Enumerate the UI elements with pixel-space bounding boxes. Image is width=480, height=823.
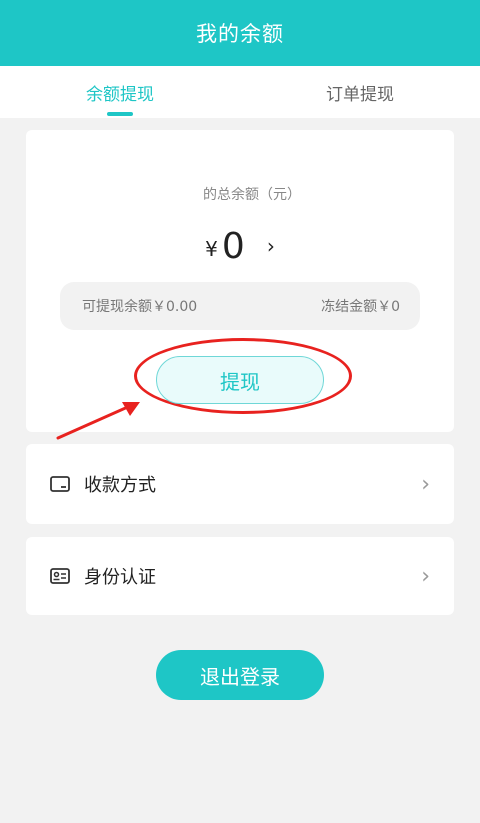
- chevron-right-icon: ›: [266, 234, 275, 258]
- total-balance-label: 的总余额（元）: [203, 187, 301, 203]
- withdraw-button-label: 提现: [220, 369, 260, 394]
- top-app-bar: 我的余额: [0, 0, 480, 66]
- balance-amount: 0: [221, 225, 245, 267]
- tab-balance-withdraw[interactable]: 余额提现: [0, 66, 240, 118]
- chevron-right-icon: ›: [421, 471, 430, 497]
- logout-button-label: 退出登录: [200, 664, 280, 689]
- balance-card: 的总余额（元） ¥ 0 › 可提现余额￥0.00 冻结金额￥0 提现: [26, 130, 454, 432]
- id-card-icon: [50, 565, 72, 587]
- withdrawable-balance: 可提现余额￥0.00: [82, 299, 198, 315]
- balance-amount-row[interactable]: ¥ 0 ›: [26, 225, 454, 267]
- card-icon: [50, 473, 72, 495]
- identity-verification-label: 身份认证: [84, 567, 156, 588]
- payment-method-label: 收款方式: [84, 475, 156, 496]
- logout-button[interactable]: 退出登录: [156, 650, 324, 700]
- tab-bar: 余额提现 订单提现: [0, 66, 480, 118]
- currency-symbol: ¥: [205, 237, 218, 261]
- tab-order-withdraw[interactable]: 订单提现: [240, 66, 480, 118]
- payment-method-item[interactable]: 收款方式 ›: [26, 444, 454, 524]
- balance-breakdown: 可提现余额￥0.00 冻结金额￥0: [60, 282, 420, 330]
- tab-label: 订单提现: [326, 84, 394, 105]
- identity-verification-item[interactable]: 身份认证 ›: [26, 537, 454, 615]
- frozen-amount: 冻结金额￥0: [321, 299, 400, 315]
- tab-label: 余额提现: [86, 84, 154, 105]
- withdraw-button[interactable]: 提现: [156, 356, 324, 404]
- chevron-right-icon: ›: [421, 563, 430, 589]
- page-title: 我的余额: [196, 22, 284, 46]
